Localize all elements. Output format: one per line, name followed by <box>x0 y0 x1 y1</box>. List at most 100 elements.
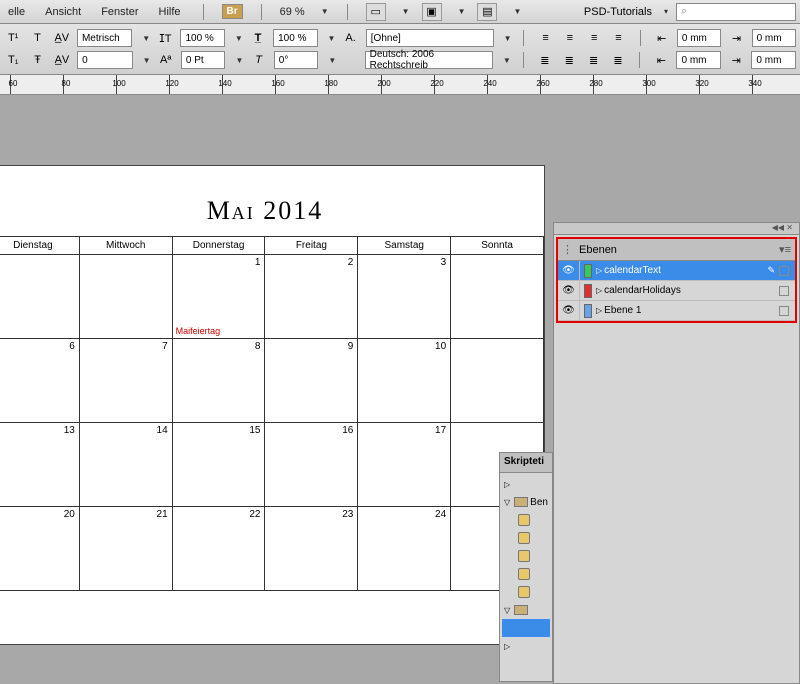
scripts-tab[interactable]: Skripteti <box>500 453 552 473</box>
script-item[interactable] <box>502 565 550 583</box>
space-before-input[interactable]: 0 mm <box>676 51 721 69</box>
disclosure-icon[interactable]: ▷ <box>596 266 602 275</box>
align-right-icon[interactable]: ≡ <box>585 29 603 47</box>
subscript-icon[interactable]: T₁ <box>4 51 22 69</box>
language-input[interactable]: Deutsch: 2006 Rechtschreib <box>365 51 493 69</box>
view-mode-1-icon[interactable]: ▭ <box>366 3 386 21</box>
calendar-cell: 8 <box>172 339 265 423</box>
charstyle-icon[interactable]: A. <box>341 29 359 47</box>
calendar-header: Donnerstag <box>172 237 265 255</box>
menu-hilfe[interactable]: Hilfe <box>155 4 185 20</box>
zoom-dropdown-icon[interactable]: ▼ <box>321 7 329 16</box>
calendar-cell: 15 <box>172 423 265 507</box>
indent-right-icon[interactable]: ⇥ <box>727 29 745 47</box>
script-item[interactable] <box>502 547 550 565</box>
view-mode-2-icon[interactable]: ▣ <box>422 3 442 21</box>
calendar-cell: 9 <box>265 339 358 423</box>
layer-target-box[interactable] <box>779 266 789 276</box>
calendar-cell: 13 <box>0 423 79 507</box>
script-icon <box>518 568 530 580</box>
disclosure-icon[interactable]: ▷ <box>596 286 602 295</box>
hscale-icon[interactable]: ⵊT <box>156 29 174 47</box>
vscale-input[interactable]: 100 % <box>273 29 317 47</box>
space-after-icon[interactable]: ⇥ <box>727 51 745 69</box>
bridge-badge[interactable]: Br <box>222 4 243 19</box>
script-folder-row[interactable]: ▽Ben <box>502 493 550 511</box>
hscale-input[interactable]: 100 % <box>180 29 224 47</box>
calendar-cell: 16 <box>265 423 358 507</box>
script-item[interactable] <box>502 583 550 601</box>
visibility-eye-icon[interactable]: 👁 <box>558 301 580 320</box>
layer-target-box[interactable] <box>779 306 789 316</box>
view-mode-3-icon[interactable]: ▤ <box>477 3 497 21</box>
align-left-icon[interactable]: ≡ <box>536 29 554 47</box>
space-before-icon[interactable]: ⇤ <box>652 51 670 69</box>
justify-all-left-icon[interactable]: ≣ <box>536 51 554 69</box>
layer-color-swatch <box>584 264 592 278</box>
visibility-eye-icon[interactable]: 👁 <box>558 261 580 280</box>
script-item-selected[interactable] <box>502 619 550 637</box>
zoom-level[interactable]: 69 % <box>280 6 305 18</box>
layer-target-box[interactable] <box>779 286 789 296</box>
layer-row[interactable]: 👁▷Ebene 1 <box>558 301 795 321</box>
justify-all-center-icon[interactable]: ≣ <box>560 51 578 69</box>
strikethrough-icon[interactable]: Ŧ <box>28 51 46 69</box>
calendar-cell: 10 <box>358 339 451 423</box>
justify-all-icon[interactable]: ≣ <box>609 51 627 69</box>
baseline-icon[interactable]: Aª <box>157 51 175 69</box>
align-center-icon[interactable]: ≡ <box>561 29 579 47</box>
visibility-eye-icon[interactable]: 👁 <box>558 281 580 300</box>
panel-collapse-handle[interactable]: ◀◀ ✕ <box>554 223 799 235</box>
kerning-icon[interactable]: A̲V <box>53 29 71 47</box>
skew-icon[interactable]: T <box>249 51 267 69</box>
space-after-input[interactable]: 0 mm <box>751 51 796 69</box>
align-justify-icon[interactable]: ≡ <box>609 29 627 47</box>
indent-left-input[interactable]: 0 mm <box>677 29 721 47</box>
script-icon <box>518 532 530 544</box>
scripts-panel[interactable]: Skripteti ▷ ▽Ben ▽ ▷ <box>499 452 553 682</box>
menu-fenster[interactable]: Fenster <box>97 4 142 20</box>
superscript-icon[interactable]: T¹ <box>4 29 22 47</box>
workspace-label[interactable]: PSD-Tutorials <box>584 6 652 18</box>
tracking-input[interactable]: 0 <box>77 51 132 69</box>
indent-left-icon[interactable]: ⇤ <box>653 29 671 47</box>
search-input[interactable]: ⌕ <box>676 3 796 21</box>
calendar-cell: 17 <box>358 423 451 507</box>
script-item[interactable] <box>502 511 550 529</box>
script-folder-row[interactable]: ▽ <box>502 601 550 619</box>
panel-grip-icon[interactable]: ⋮ <box>562 243 573 256</box>
menu-elle[interactable]: elle <box>4 4 29 20</box>
layers-tab[interactable]: ⋮ Ebenen ▾≡ <box>558 239 795 261</box>
workspace-dropdown-icon[interactable]: ▾ <box>664 7 668 16</box>
vscale-icon[interactable]: T̲ <box>249 29 267 47</box>
script-folder-row[interactable]: ▷ <box>502 637 550 655</box>
baseline-input[interactable]: 0 Pt <box>181 51 226 69</box>
script-icon <box>518 514 530 526</box>
calendar-header: Dienstag <box>0 237 79 255</box>
calendar-cell <box>451 255 544 339</box>
script-item[interactable] <box>502 529 550 547</box>
calendar-cell <box>0 255 79 339</box>
calendar-cell: 21 <box>79 507 172 591</box>
pen-icon: ✎ <box>767 265 775 276</box>
justify-all-right-icon[interactable]: ≣ <box>584 51 602 69</box>
menu-bar: elle Ansicht Fenster Hilfe Br 69 % ▼ ▭▼ … <box>0 0 800 24</box>
script-folder-row[interactable]: ▷ <box>502 475 550 493</box>
layer-row[interactable]: 👁▷calendarHolidays <box>558 281 795 301</box>
document-page: Mai 2014 DienstagMittwochDonnerstagFreit… <box>0 165 545 645</box>
charstyle-input[interactable]: [Ohne] <box>366 29 494 47</box>
menu-ansicht[interactable]: Ansicht <box>41 4 85 20</box>
skew-input[interactable]: 0° <box>274 51 319 69</box>
tracking-icon[interactable]: A̲V <box>53 51 71 69</box>
panel-menu-icon[interactable]: ▾≡ <box>779 243 791 256</box>
text-icon[interactable]: T <box>28 29 46 47</box>
calendar-cell: 3 <box>358 255 451 339</box>
calendar-title: Mai 2014 <box>0 166 544 226</box>
kerning-input[interactable]: Metrisch <box>77 29 132 47</box>
disclosure-icon[interactable]: ▷ <box>596 306 602 315</box>
layers-panel[interactable]: ◀◀ ✕ ⋮ Ebenen ▾≡ 👁▷calendarText✎👁▷calend… <box>553 222 800 684</box>
layer-row[interactable]: 👁▷calendarText✎ <box>558 261 795 281</box>
calendar-cell: 1Maifeiertag <box>172 255 265 339</box>
calendar-header: Freitag <box>265 237 358 255</box>
indent-right-input[interactable]: 0 mm <box>752 29 796 47</box>
